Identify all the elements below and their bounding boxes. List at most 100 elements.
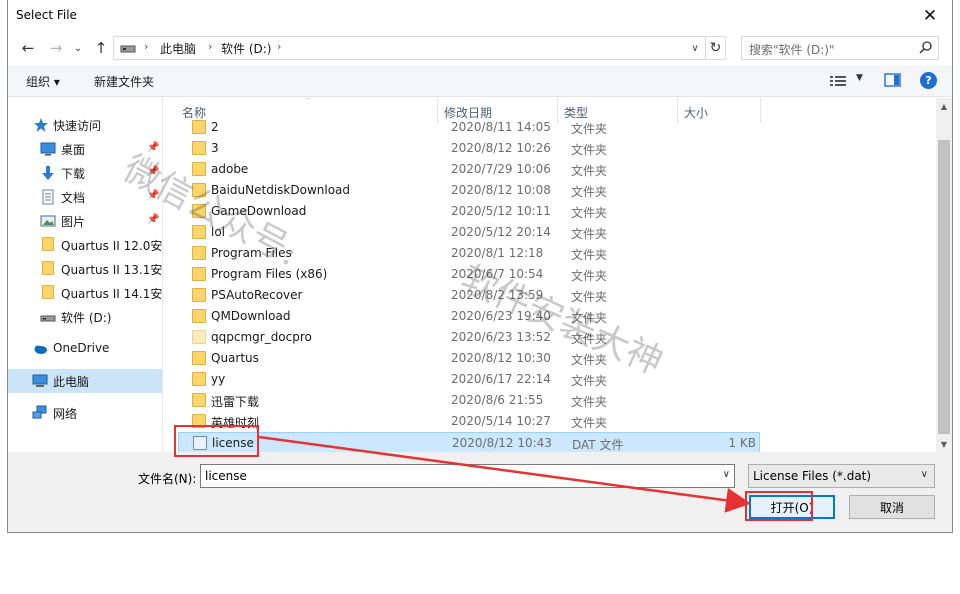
breadcrumb-drive-d[interactable]: 软件 (D:) [221,40,271,57]
sidebar-item-onedrive[interactable]: OneDrive [8,337,162,361]
sidebar-item-quartus-12[interactable]: Quartus II 12.0安装 [8,233,162,257]
sidebar-item-network[interactable]: 网络 [8,401,162,425]
sidebar-item-this-pc[interactable]: 此电脑 [8,369,162,393]
change-view-button[interactable]: ▼ [830,73,866,91]
file-type: 文件夹 [571,143,608,157]
file-row[interactable]: adobe 2020/7/29 10:06 文件夹 [178,159,760,180]
breadcrumb-separator[interactable]: › [208,40,212,53]
sidebar-item-pictures[interactable]: 图片 📌 [8,209,162,233]
sidebar-item-drive-d[interactable]: 软件 (D:) [8,305,162,329]
file-name: PSAutoRecover [211,288,303,302]
recent-locations-button[interactable]: ⌄ [68,36,88,60]
arrow-up-icon: ↑ [94,39,108,57]
file-type: 文件夹 [571,395,608,409]
vertical-scrollbar[interactable]: ▲ ▼ [936,98,952,452]
sidebar-item-label: 文档 [61,191,86,205]
sidebar-item-label: 快速访问 [53,119,102,133]
file-type: 文件夹 [571,269,608,283]
forward-button[interactable]: → [46,36,66,60]
file-row[interactable]: 2 2020/8/11 14:05 文件夹 [178,117,760,138]
folder-icon [192,372,206,386]
file-date: 2020/8/11 14:05 [451,120,551,134]
close-icon: ✕ [922,6,938,26]
folder-icon [192,330,206,344]
file-row[interactable]: Quartus 2020/8/12 10:30 文件夹 [178,348,760,369]
folder-icon [42,285,54,299]
folder-icon [192,288,206,302]
title-bar: Select File ✕ [8,0,952,32]
sidebar-item-label: 软件 (D:) [61,311,112,325]
sidebar-item-quartus-13[interactable]: Quartus II 13.1安装 [8,257,162,281]
picture-icon [40,215,56,227]
file-row[interactable]: 迅雷下载 2020/8/6 21:55 文件夹 [178,390,760,411]
document-icon [42,189,54,205]
folder-icon [192,309,206,323]
file-type: 文件夹 [571,416,608,430]
folder-icon [42,237,54,251]
file-name: QMDownload [211,309,291,323]
chevron-down-icon[interactable]: ∨ [723,469,730,480]
file-type-value: License Files (*.dat) [753,469,872,483]
breadcrumb-separator[interactable]: › [144,40,148,53]
sidebar-item-label: 图片 [61,215,86,229]
file-name: adobe [211,162,249,176]
organize-button[interactable]: 组织 ▾ [26,73,60,90]
help-button[interactable]: ? [920,72,937,89]
folder-icon [192,393,206,407]
command-bar: 组织 ▾ 新建文件夹 ▼ ? [8,65,952,97]
search-input[interactable]: 搜索"软件 (D:)" [741,36,939,60]
sidebar-item-quick-access[interactable]: 快速访问 [8,113,162,137]
file-type-select[interactable]: License Files (*.dat) ∨ [748,464,935,488]
pin-icon: 📌 [147,214,160,225]
breadcrumb-separator[interactable]: › [277,40,281,53]
back-button[interactable]: ← [18,36,38,60]
file-name: 迅雷下载 [211,395,260,409]
file-row[interactable]: license 2020/8/12 10:43 DAT 文件 1 KB [178,432,760,452]
file-name: 3 [211,141,219,155]
chevron-down-icon: ▼ [856,73,863,83]
file-name: Quartus [211,351,259,365]
file-row[interactable]: qqpcmgr_docpro 2020/6/23 13:52 文件夹 [178,327,760,348]
breadcrumb-this-pc[interactable]: 此电脑 [160,40,196,57]
file-row[interactable]: yy 2020/6/17 22:14 文件夹 [178,369,760,390]
file-name: yy [211,372,226,386]
annotation-highlight-file [174,425,259,457]
new-folder-button[interactable]: 新建文件夹 [94,73,154,90]
filename-value: license [205,469,247,483]
file-type: 文件夹 [571,248,608,262]
chevron-down-icon: ⌄ [73,42,83,54]
close-button[interactable]: ✕ [908,0,952,32]
file-date: 2020/6/17 22:14 [451,372,551,386]
preview-pane-button[interactable] [884,72,902,90]
scroll-down-button[interactable]: ▼ [936,436,952,452]
cancel-button[interactable]: 取消 [849,495,935,519]
arrow-left-icon: ← [21,39,35,57]
sidebar-item-quartus-14[interactable]: Quartus II 14.1安装 [8,281,162,305]
column-divider[interactable] [760,98,761,123]
sidebar-item-label: OneDrive [53,341,110,355]
address-bar[interactable]: › 此电脑 › 软件 (D:) › ∨ [113,36,706,60]
help-icon: ? [925,74,932,87]
up-button[interactable]: ↑ [91,36,111,60]
filename-label: 文件名(N): [138,472,197,486]
folder-icon [192,120,206,134]
file-date: 2020/5/14 10:27 [451,414,551,428]
file-date: 2020/8/1 12:18 [451,246,544,260]
file-date: 2020/8/12 10:43 [452,436,552,450]
file-row[interactable]: 3 2020/8/12 10:26 文件夹 [178,138,760,159]
file-row[interactable]: QMDownload 2020/6/23 19:40 文件夹 [178,306,760,327]
cloud-icon [34,345,47,354]
sidebar-item-label: 下载 [61,167,86,181]
address-dropdown-button[interactable]: ∨ [687,39,703,57]
chevron-down-icon: ∨ [691,42,699,54]
sidebar-item-label: Quartus II 13.1安装 [61,263,162,277]
sidebar-item-label: Quartus II 14.1安装 [61,287,162,301]
scrollbar-thumb[interactable] [938,140,950,434]
filename-field[interactable]: license ∨ [200,464,735,488]
annotation-highlight-open [745,491,813,521]
file-row[interactable]: BaiduNetdiskDownload 2020/8/12 10:08 文件夹 [178,180,760,201]
refresh-button[interactable]: ↻ [706,36,726,60]
scroll-up-button[interactable]: ▲ [936,98,952,114]
file-row[interactable]: 英雄时刻 2020/5/14 10:27 文件夹 [178,411,760,432]
sidebar-item-label: 桌面 [61,143,86,157]
